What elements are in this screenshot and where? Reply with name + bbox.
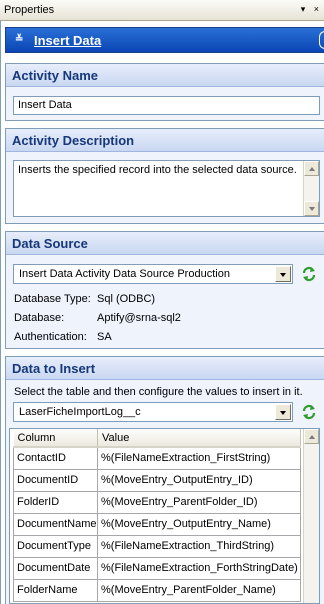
cell-column[interactable]: FolderID	[13, 490, 98, 514]
window-title: Properties	[4, 4, 55, 16]
column-header-column[interactable]: Column	[13, 429, 98, 448]
db-type-label: Database Type:	[14, 293, 91, 305]
database-value: Aptify@srna-sql2	[97, 312, 181, 324]
table-row[interactable]: DocumentName %(MoveEntry_OutputEntry_Name…	[13, 512, 301, 536]
authentication-value: SA	[97, 331, 112, 343]
column-header-value[interactable]: Value	[97, 429, 301, 448]
section-caption: Activity Description	[6, 129, 324, 152]
table-row[interactable]: FolderName %(MoveEntry_ParentFolder_Name)	[13, 578, 301, 602]
scroll-up-icon[interactable]	[304, 429, 319, 444]
header-end-cap	[319, 31, 324, 49]
authentication-label: Authentication:	[14, 331, 87, 343]
title-bar: Properties ▾ ×	[0, 0, 324, 21]
data-source-section: Data Source Insert Data Activity Data So…	[5, 231, 324, 349]
window-controls[interactable]: ▾ ×	[301, 4, 322, 15]
chevron-down-icon[interactable]	[275, 266, 291, 282]
cell-column[interactable]: DocumentType	[13, 534, 98, 558]
cell-value[interactable]: %(FileNameExtraction_FirstString)	[97, 446, 301, 470]
grid-scrollbar[interactable]	[303, 429, 319, 603]
activity-title-link[interactable]: Insert Data	[34, 33, 101, 48]
database-label: Database:	[14, 312, 65, 324]
table-row[interactable]: FolderID %(MoveEntry_ParentFolder_ID)	[13, 490, 301, 514]
scroll-up-icon[interactable]	[304, 161, 319, 176]
section-caption: Data to Insert	[6, 357, 324, 380]
properties-window: Properties ▾ × ≚ Insert Data Activity Na…	[0, 0, 324, 604]
cell-value[interactable]: %(MoveEntry_OutputEntry_Name)	[97, 512, 301, 536]
values-table: Column Value ContactID %(FileNameExtracti…	[13, 429, 301, 602]
refresh-icon[interactable]	[301, 266, 317, 282]
table-row[interactable]: DocumentType %(FileNameExtraction_ThirdSt…	[13, 534, 301, 558]
table-row[interactable]: DocumentID %(MoveEntry_OutputEntry_ID)	[13, 468, 301, 492]
cell-value[interactable]: %(MoveEntry_ParentFolder_ID)	[97, 490, 301, 514]
cell-value[interactable]: %(FileNameExtraction_ThirdString)	[97, 534, 301, 558]
activity-description-text: Inserts the specified record into the se…	[18, 164, 297, 176]
table-row[interactable]: DocumentDate %(FileNameExtraction_ForthSt…	[13, 556, 301, 580]
description-scrollbar[interactable]	[303, 161, 319, 216]
instruction-text: Select the table and then configure the …	[14, 386, 303, 398]
cell-column[interactable]: DocumentName	[13, 512, 98, 536]
refresh-icon[interactable]	[301, 404, 317, 420]
cell-column[interactable]: FolderName	[13, 578, 98, 602]
activity-header: ≚ Insert Data	[5, 27, 324, 53]
cell-value[interactable]: %(MoveEntry_OutputEntry_ID)	[97, 468, 301, 492]
grid-header-row: Column Value	[13, 429, 301, 448]
scroll-down-icon[interactable]	[304, 201, 319, 216]
table-row[interactable]: ContactID %(FileNameExtraction_FirstStrin…	[13, 446, 301, 470]
activity-description-input[interactable]: Inserts the specified record into the se…	[13, 160, 320, 217]
db-type-value: Sql (ODBC)	[97, 293, 156, 305]
chevron-down-icon[interactable]	[275, 404, 291, 420]
table-select[interactable]: LaserFicheImportLog__c	[13, 402, 293, 422]
collapse-chevron-icon[interactable]: ≚	[15, 34, 23, 45]
activity-name-section: Activity Name Insert Data	[5, 63, 324, 121]
section-caption: Activity Name	[6, 64, 324, 87]
cell-value[interactable]: %(MoveEntry_ParentFolder_Name)	[97, 578, 301, 602]
cell-value[interactable]: %(FileNameExtraction_ForthStringDate)	[97, 556, 301, 580]
values-grid[interactable]: Column Value ContactID %(FileNameExtracti…	[9, 428, 320, 604]
cell-column[interactable]: DocumentDate	[13, 556, 98, 580]
activity-name-input[interactable]: Insert Data	[13, 96, 320, 115]
section-caption: Data Source	[6, 232, 324, 255]
cell-column[interactable]: ContactID	[13, 446, 98, 470]
data-source-select[interactable]: Insert Data Activity Data Source Product…	[13, 264, 293, 284]
activity-description-section: Activity Description Inserts the specifi…	[5, 128, 324, 224]
cell-column[interactable]: DocumentID	[13, 468, 98, 492]
